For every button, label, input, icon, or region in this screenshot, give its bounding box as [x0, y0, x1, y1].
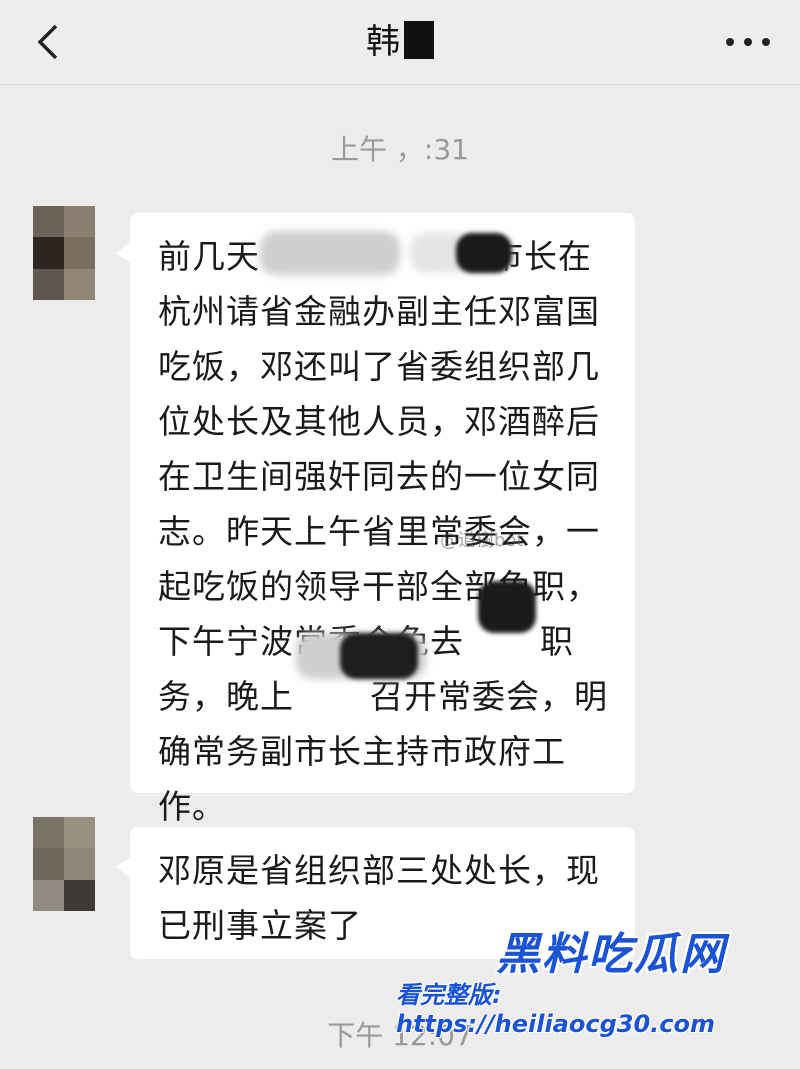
chat-title: 韩	[0, 18, 800, 66]
message-line: 吃饭，邓还叫了省委组织部几	[158, 347, 600, 386]
message-timestamp: 上午 ，:31	[331, 133, 469, 166]
chat-title-text: 韩	[366, 22, 400, 62]
chat-header: 韩	[0, 0, 800, 85]
contact-avatar[interactable]	[33, 817, 95, 911]
redaction-blur	[478, 581, 536, 633]
contact-avatar[interactable]	[33, 206, 95, 300]
promo-logo-text: 黑料吃瓜网	[496, 929, 726, 980]
message-line: 杭州请省金融办副主任邓富国	[158, 292, 600, 331]
message-line: 确常务副市长主持市政府工	[158, 732, 566, 771]
message-bubble[interactable]: 前几天 市长在 杭州请省金融办副主任邓富国 吃饭，邓还叫了省委组织部几 位处长及其…	[116, 213, 635, 826]
message-line: 邓原是省组织部三处处长，现	[158, 851, 600, 890]
message-line: 位处长及其他人员，邓酒醉后	[158, 402, 600, 441]
redaction-blur	[456, 233, 512, 273]
message-line: 起吃饭的领导干部全部免职，	[158, 567, 600, 606]
promo-url: 看完整版: https://heiliaocg30.com	[396, 981, 715, 1038]
redaction-block	[404, 21, 434, 59]
message-line: 在卫生间强奸同去的一位女同	[158, 457, 600, 496]
watermark: @道樹bot	[440, 530, 524, 551]
message-line: 志。昨天上午省里常委会，一	[158, 512, 600, 551]
redaction-blur	[260, 231, 400, 275]
more-dots-icon[interactable]	[726, 30, 770, 54]
message-line: 作。	[158, 787, 226, 826]
redaction-blur	[340, 633, 418, 679]
